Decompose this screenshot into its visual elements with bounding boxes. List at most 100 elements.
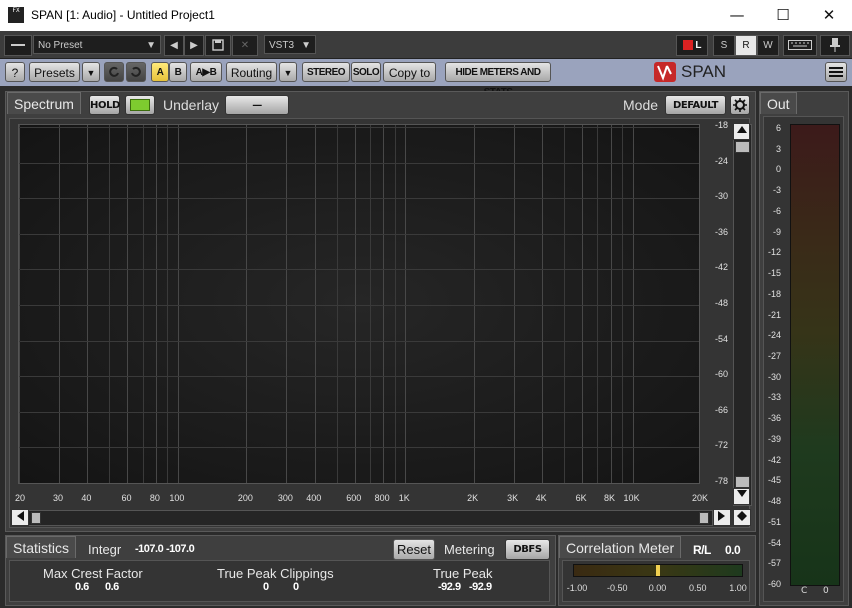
freq-tick-label: 30 [53, 493, 64, 503]
freq-gridline [59, 125, 61, 483]
freq-gridline [286, 125, 288, 483]
db-gridline [19, 233, 699, 235]
diamond-icon [737, 511, 747, 521]
freq-tick-label: 2K [467, 493, 479, 503]
solo-button[interactable]: SOLO [351, 62, 381, 82]
host-toolbar: No Preset ▼ ◀ ▶ ✕ VST3 ▼ L S R W [0, 31, 852, 59]
minimize-button[interactable]: — [714, 0, 760, 31]
copy-to-button[interactable]: Copy to [383, 62, 436, 82]
save-preset-button[interactable] [205, 35, 231, 56]
delete-preset-button[interactable]: ✕ [232, 35, 258, 56]
stereo-button[interactable]: STEREO [302, 62, 350, 82]
settings-button[interactable] [730, 95, 750, 115]
scroll-right-button[interactable] [713, 509, 731, 526]
scroll-up-button[interactable] [733, 123, 750, 140]
host-menu-button[interactable] [4, 35, 32, 56]
db-gridline [19, 305, 699, 306]
format-dropdown[interactable]: VST3 ▼ [264, 35, 316, 54]
freq-tick-label: 4K [535, 493, 547, 503]
mode-w-button[interactable]: W [757, 35, 779, 56]
title-bar: FX SPAN [1: Audio] - Untitled Project1 —… [0, 0, 852, 31]
db-gridline [19, 411, 699, 413]
spectrum-graph[interactable] [18, 124, 700, 484]
freq-tick-label: 8K [604, 493, 616, 503]
db-tick-label: -18 [714, 120, 728, 130]
preset-a-button[interactable]: A [151, 62, 169, 82]
metering-dropdown[interactable]: DBFS [505, 539, 550, 560]
out-scale-label: -54 [767, 537, 781, 548]
redo-button[interactable] [126, 62, 146, 82]
max-crest-right: 0.6 [105, 581, 119, 593]
hide-meters-button[interactable]: HIDE METERS AND STATS [445, 62, 551, 98]
copy-a-to-b-button[interactable]: A▶B [190, 62, 222, 82]
correlation-tick-label: 0.50 [688, 583, 707, 593]
db-tick-label: -66 [714, 404, 728, 415]
out-level-meter [790, 124, 840, 586]
horizontal-scrollbar[interactable] [28, 510, 713, 526]
keyboard-button[interactable] [783, 35, 817, 56]
out-tab[interactable]: Out [760, 92, 797, 114]
hscroll-thumb-left[interactable] [31, 512, 41, 524]
freq-tick-label: 300 [277, 493, 293, 503]
integr-label: Integr [88, 542, 122, 557]
scroll-thumb-top[interactable] [735, 141, 750, 153]
db-gridline [19, 447, 699, 449]
db-gridline [19, 376, 699, 378]
scroll-thumb-bottom[interactable] [735, 476, 750, 488]
mode-r-button[interactable]: R [735, 35, 757, 56]
freq-gridline [87, 125, 89, 483]
close-button[interactable]: ✕ [806, 0, 852, 31]
pin-icon [830, 38, 840, 52]
freq-gridline [513, 125, 515, 483]
arrow-right-icon [718, 511, 725, 521]
db-tick-label: -48 [714, 298, 728, 308]
mode-s-button[interactable]: S [713, 35, 735, 56]
routing-dropdown-button[interactable]: ▼ [279, 62, 297, 82]
freq-gridline [383, 125, 385, 483]
freq-gridline [142, 125, 144, 483]
plugin-menu-button[interactable] [825, 62, 847, 82]
prev-preset-button[interactable]: ◀ [164, 35, 184, 56]
presets-button[interactable]: Presets [29, 62, 80, 82]
auto-latency-button[interactable]: L [676, 35, 708, 56]
mode-dropdown[interactable]: DEFAULT [665, 95, 726, 115]
scroll-left-button[interactable] [11, 509, 29, 526]
rl-value: 0.0 [725, 543, 741, 557]
metering-label: Metering [444, 542, 495, 557]
freq-gridline [597, 125, 599, 483]
correlation-indicator [655, 565, 660, 576]
maximize-button[interactable]: ☐ [760, 0, 806, 31]
out-scale-label: -48 [767, 496, 781, 507]
freq-gridline [582, 125, 584, 483]
reset-zoom-button[interactable] [733, 509, 751, 526]
hold-button[interactable]: HOLD [89, 95, 120, 115]
underlay-dropdown[interactable]: — [225, 95, 289, 115]
true-peak-left: -92.9 [438, 581, 461, 593]
hold-toggle[interactable] [125, 95, 155, 115]
statistics-tab[interactable]: Statistics [6, 536, 77, 558]
db-gridline [19, 483, 699, 484]
presets-dropdown-button[interactable]: ▼ [82, 62, 100, 82]
db-gridline [19, 127, 699, 128]
out-scale-label: -33 [767, 392, 781, 403]
preset-dropdown[interactable]: No Preset ▼ [33, 35, 161, 54]
spectrum-tab[interactable]: Spectrum [7, 92, 81, 114]
correlation-tab[interactable]: Correlation Meter [559, 536, 682, 558]
hscroll-thumb-right[interactable] [699, 512, 709, 524]
next-preset-button[interactable]: ▶ [184, 35, 204, 56]
db-tick-label: -54 [714, 333, 728, 344]
freq-tick-label: 200 [237, 493, 253, 503]
scroll-down-button[interactable] [733, 488, 750, 505]
undo-button[interactable] [104, 62, 124, 82]
routing-button[interactable]: Routing [226, 62, 277, 82]
db-gridline [19, 269, 699, 271]
reset-button[interactable]: Reset [393, 539, 435, 560]
out-scale-label: -45 [767, 475, 781, 486]
db-gridline [19, 340, 699, 342]
out-scale-label: -27 [767, 351, 781, 361]
preset-b-button[interactable]: B [169, 62, 187, 82]
help-button[interactable]: ? [5, 62, 25, 82]
vertical-scrollbar[interactable] [733, 124, 752, 506]
tp-clip-left: 0 [263, 581, 269, 593]
pin-button[interactable] [820, 35, 850, 56]
